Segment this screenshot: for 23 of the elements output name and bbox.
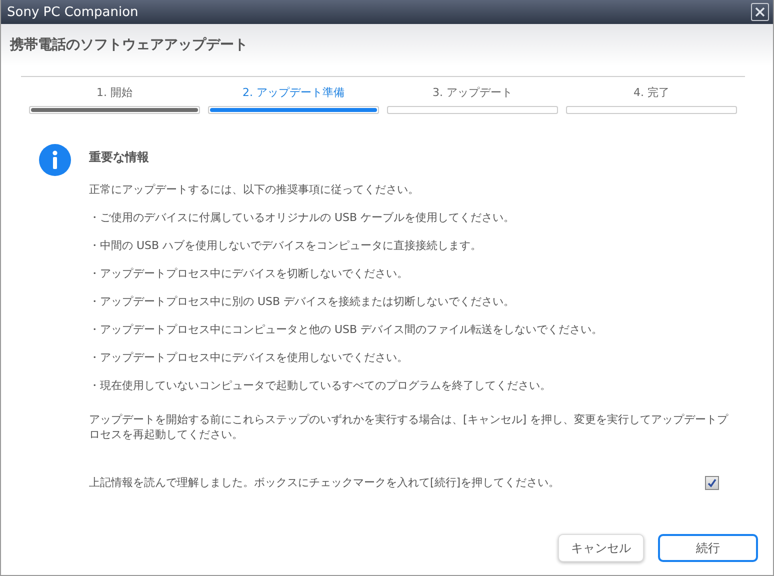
close-button[interactable]	[751, 3, 769, 21]
recommendation-item: ・現在使用していないコンピュータで起動しているすべてのプログラムを終了してください。	[89, 378, 552, 393]
recommendation-item: ・アップデートプロセス中に別の USB デバイスを接続または切断しないでください。	[89, 294, 516, 309]
step-label: 3. アップデート	[432, 85, 512, 100]
window-title: Sony PC Companion	[7, 4, 138, 20]
recommendation-item: ・アップデートプロセス中にデバイスを使用しないでください。	[89, 350, 409, 365]
page-title: 携帯電話のソフトウェアアップデート	[10, 36, 248, 54]
recommendation-item: ・アップデートプロセス中にデバイスを切断しないでください。	[89, 266, 409, 281]
continue-button[interactable]: 続行	[658, 534, 758, 562]
step-label: 1. 開始	[96, 85, 132, 100]
recommendation-item: ・中間の USB ハブを使用しないでデバイスをコンピュータに直接接続します。	[89, 238, 483, 253]
close-icon	[754, 6, 766, 18]
recommendation-item: ・アップデートプロセス中にコンピュータと他の USB デバイス間のファイル転送をしないでください。	[89, 322, 604, 337]
step-label: 4. 完了	[634, 85, 670, 100]
step-label: 2. アップデート準備	[242, 85, 344, 100]
intro-text: 正常にアップデートするには、以下の推奨事項に従ってください。	[89, 182, 420, 197]
confirm-checkbox[interactable]	[705, 476, 719, 490]
cancel-button[interactable]: キャンセル	[558, 534, 644, 562]
note-text: アップデートを開始する前にこれらステップのいずれかを実行する場合は、[キャンセル] を押し、変更を実行してアップデートプロセスを再起動してください。	[89, 412, 730, 442]
info-icon	[39, 144, 71, 176]
recommendation-item: ・ご使用のデバイスに付属しているオリジナルの USB ケーブルを使用してください。	[89, 210, 516, 225]
info-heading: 重要な情報	[89, 149, 150, 166]
confirm-label: 上記情報を読んで理解しました。ボックスにチェックマークを入れて[続行]を押してください。	[89, 475, 560, 490]
